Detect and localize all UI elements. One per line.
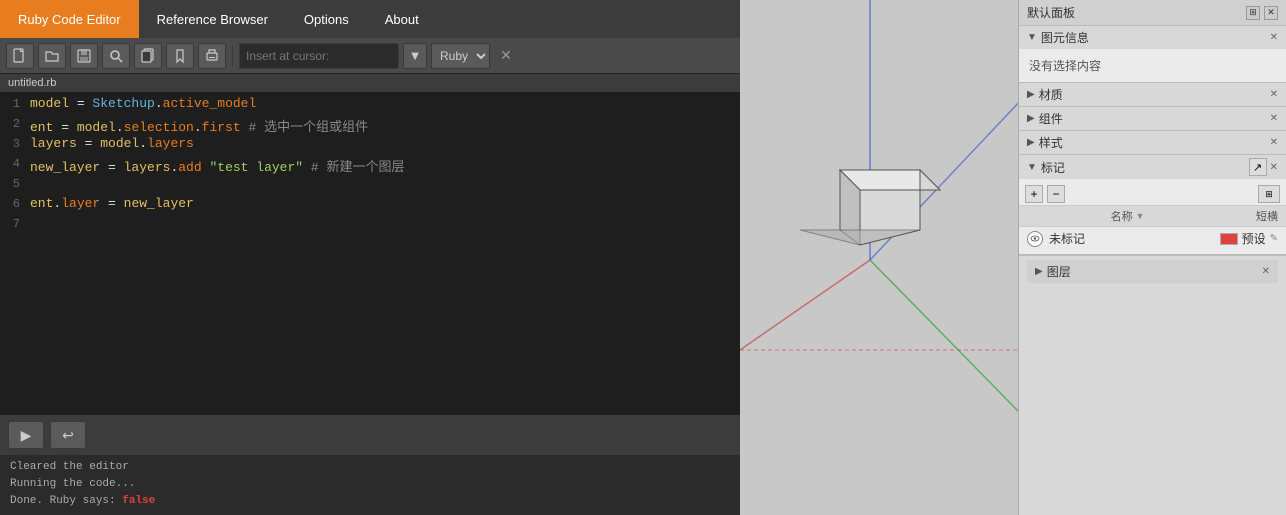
layers-close[interactable]: ✕ xyxy=(1262,266,1270,277)
components-title: 组件 xyxy=(1039,110,1063,127)
tag-edit-button[interactable]: ✎ xyxy=(1270,233,1278,244)
right-panel-title: 默认面板 xyxy=(1027,4,1075,21)
menu-ruby-code-editor[interactable]: Ruby Code Editor xyxy=(0,0,139,38)
run-button[interactable]: ▶ xyxy=(8,421,44,449)
tags-table-header: 名称 ▼ 短横 xyxy=(1019,206,1286,227)
styles-section: ▶ 样式 ✕ xyxy=(1019,131,1286,155)
undo-button[interactable]: ↩ xyxy=(50,421,86,449)
bookmark-button[interactable] xyxy=(166,43,194,69)
right-panel-header: 默认面板 ⊞ ✕ xyxy=(1019,0,1286,26)
insert-cursor-input[interactable] xyxy=(239,43,399,69)
copy-button[interactable] xyxy=(134,43,162,69)
language-select[interactable]: Ruby xyxy=(431,43,490,69)
panel-close-button[interactable]: ✕ xyxy=(1264,6,1278,20)
print-button[interactable] xyxy=(198,43,226,69)
menu-bar: Ruby Code Editor Reference Browser Optio… xyxy=(0,0,740,38)
status-line-1: Cleared the editor xyxy=(10,459,730,476)
styles-close[interactable]: ✕ xyxy=(1270,137,1278,148)
entity-info-content: 没有选择内容 xyxy=(1019,49,1286,82)
code-line-6: 6 ent.layer = new_layer xyxy=(0,196,740,216)
3d-viewport[interactable] xyxy=(740,0,1018,515)
components-header[interactable]: ▶ 组件 ✕ xyxy=(1019,107,1286,130)
code-line-4: 4 new_layer = layers.add "test layer" # … xyxy=(0,156,740,176)
entity-info-header[interactable]: ▼ 图元信息 ✕ xyxy=(1019,26,1286,49)
new-file-button[interactable] xyxy=(6,43,34,69)
toolbar: ▼ Ruby ✕ xyxy=(0,38,740,74)
status-line-3-prefix: Done. Ruby says: xyxy=(10,495,122,507)
tag-row-unlabeled: 未标记 预设 ✎ xyxy=(1019,227,1286,250)
bottom-right-area: ▶ 图层 ✕ xyxy=(1019,255,1286,515)
status-line-2: Running the code... xyxy=(10,476,730,493)
menu-about[interactable]: About xyxy=(367,0,437,38)
styles-arrow: ▶ xyxy=(1027,137,1035,148)
open-file-button[interactable] xyxy=(38,43,66,69)
materials-title: 材质 xyxy=(1039,86,1063,103)
tags-content: + − ⊞ 名称 ▼ 短横 未标记 xyxy=(1019,179,1286,254)
tag-visibility-toggle[interactable] xyxy=(1027,231,1043,247)
components-close[interactable]: ✕ xyxy=(1270,113,1278,124)
tags-export-button[interactable]: ↗ xyxy=(1249,158,1267,176)
layers-arrow: ▶ xyxy=(1035,266,1043,277)
insert-dropdown-button[interactable]: ▼ xyxy=(403,43,427,69)
search-button[interactable] xyxy=(102,43,130,69)
code-editor[interactable]: 1 model = Sketchup.active_model 2 ent = … xyxy=(0,92,740,415)
components-arrow: ▶ xyxy=(1027,113,1035,124)
tag-add-button[interactable]: + xyxy=(1025,185,1043,203)
code-line-1: 1 model = Sketchup.active_model xyxy=(0,96,740,116)
styles-title: 样式 xyxy=(1039,134,1063,151)
left-panel: Ruby Code Editor Reference Browser Optio… xyxy=(0,0,740,515)
file-tab-name: untitled.rb xyxy=(8,77,56,89)
run-bar: ▶ ↩ xyxy=(0,415,740,455)
tags-title: 标记 xyxy=(1041,159,1065,176)
code-line-5: 5 xyxy=(0,176,740,196)
materials-section: ▶ 材质 ✕ xyxy=(1019,83,1286,107)
tag-details-button[interactable]: ⊞ xyxy=(1258,185,1280,203)
components-section: ▶ 组件 ✕ xyxy=(1019,107,1286,131)
entity-info-section: ▼ 图元信息 ✕ 没有选择内容 xyxy=(1019,26,1286,83)
toolbar-separator xyxy=(232,46,233,66)
layers-title: 图层 xyxy=(1047,263,1071,280)
toolbar-close-button[interactable]: ✕ xyxy=(494,43,518,69)
entity-info-title: 图元信息 xyxy=(1041,29,1089,46)
entity-info-close[interactable]: ✕ xyxy=(1270,32,1278,43)
layers-header[interactable]: ▶ 图层 ✕ xyxy=(1027,260,1278,283)
status-bar: Cleared the editor Running the code... D… xyxy=(0,455,740,515)
tags-header[interactable]: ▼ 标记 ↗ ✕ xyxy=(1019,155,1286,179)
tag-color-swatch[interactable] xyxy=(1220,233,1238,245)
tags-close[interactable]: ✕ xyxy=(1270,162,1278,173)
materials-close[interactable]: ✕ xyxy=(1270,89,1278,100)
save-file-button[interactable] xyxy=(70,43,98,69)
materials-header[interactable]: ▶ 材质 ✕ xyxy=(1019,83,1286,106)
tag-name-unlabeled: 未标记 xyxy=(1049,230,1220,247)
code-line-7: 7 xyxy=(0,216,740,236)
entity-info-arrow: ▼ xyxy=(1027,32,1037,43)
panel-float-button[interactable]: ⊞ xyxy=(1246,6,1260,20)
3d-box xyxy=(800,160,960,260)
code-line-2: 2 ent = model.selection.first # 选中一个组或组件 xyxy=(0,116,740,136)
tags-section: ▼ 标记 ↗ ✕ + − ⊞ 名称 ▼ 短横 xyxy=(1019,155,1286,255)
tag-remove-button[interactable]: − xyxy=(1047,185,1065,203)
status-line-3-value: false xyxy=(122,495,155,507)
right-panel: 默认面板 ⊞ ✕ ▼ 图元信息 ✕ 没有选择内容 ▶ 材质 ✕ xyxy=(1018,0,1286,515)
tag-preset-label: 预设 xyxy=(1242,230,1266,247)
no-selection-text: 没有选择内容 xyxy=(1029,59,1101,73)
styles-header[interactable]: ▶ 样式 ✕ xyxy=(1019,131,1286,154)
materials-arrow: ▶ xyxy=(1027,89,1035,100)
menu-options[interactable]: Options xyxy=(286,0,367,38)
file-tab: untitled.rb xyxy=(0,74,740,92)
status-line-3: Done. Ruby says: false xyxy=(10,493,730,510)
code-line-3: 3 layers = model.layers xyxy=(0,136,740,156)
tags-col-short: 短横 xyxy=(1194,208,1278,224)
menu-reference-browser[interactable]: Reference Browser xyxy=(139,0,286,38)
tags-toolbar: + − ⊞ xyxy=(1019,183,1286,206)
tags-arrow: ▼ xyxy=(1027,162,1037,173)
right-panel-header-buttons: ⊞ ✕ xyxy=(1246,6,1278,20)
tags-col-name: 名称 ▼ xyxy=(1111,208,1195,224)
